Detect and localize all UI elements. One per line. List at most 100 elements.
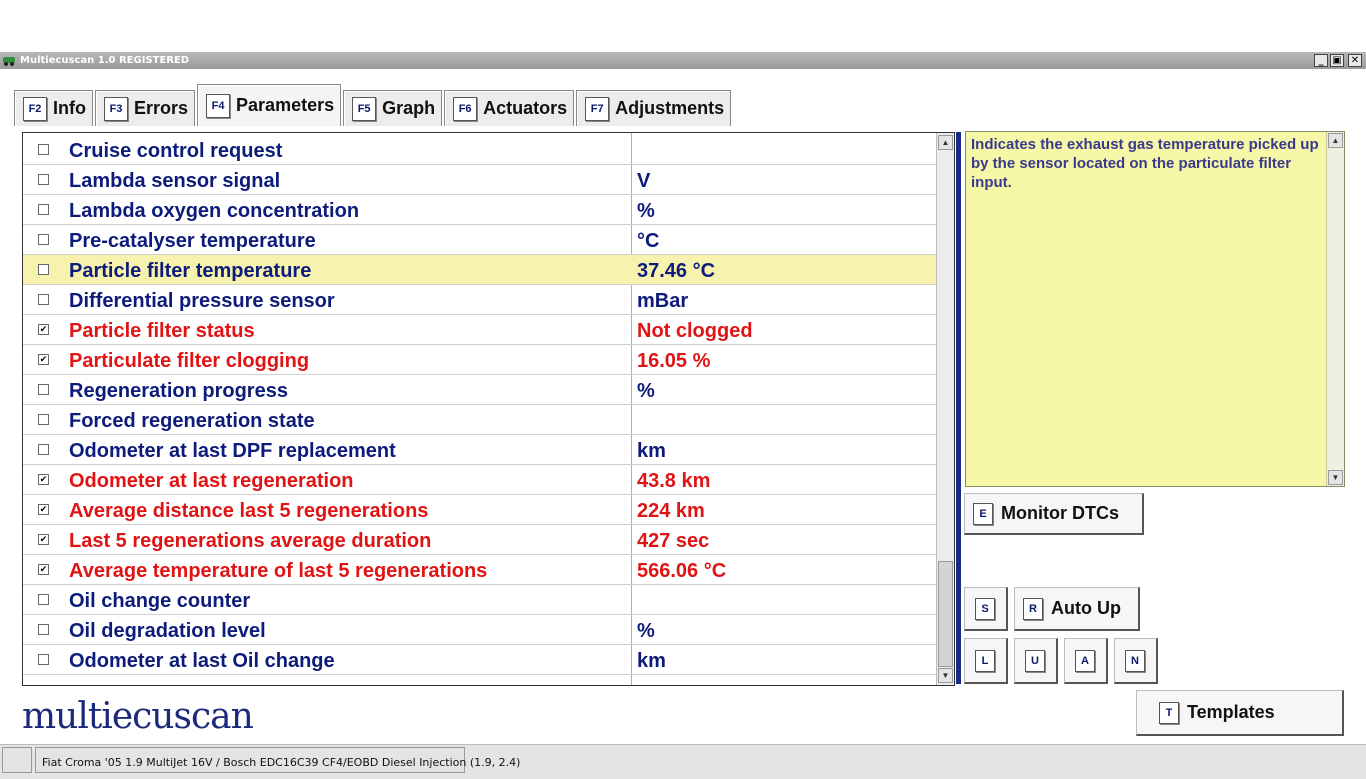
parameter-value: 43.8 km [637, 470, 711, 492]
window-title-bar: Multiecuscan 1.0 REGISTERED _ ▣ ✕ [0, 52, 1366, 69]
tab-actuators[interactable]: F6 Actuators [444, 90, 575, 126]
desc-scroll-up-icon[interactable]: ▲ [1328, 133, 1343, 148]
scroll-down-icon[interactable]: ▼ [938, 668, 953, 683]
parameter-checkbox[interactable] [38, 294, 49, 305]
tab-adjustments[interactable]: F7 Adjustments [576, 90, 732, 126]
tab-actuators-key: F6 [453, 96, 478, 121]
parameter-row[interactable]: ✔ Average distance last 5 regenerations 22… [23, 495, 936, 525]
scrollbar-thumb[interactable] [938, 561, 953, 667]
l-button[interactable]: L [964, 638, 1008, 684]
parameter-row[interactable]: Oil change counter [23, 585, 936, 615]
parameter-name: Pre-catalyser temperature [69, 230, 316, 252]
parameter-name: Last 5 regenerations average duration [69, 530, 432, 552]
tab-graph[interactable]: F5 Graph [343, 90, 443, 126]
parameter-value: km [637, 650, 666, 672]
parameter-checkbox[interactable] [38, 594, 49, 605]
app-icon [3, 57, 15, 66]
parameter-checkbox[interactable] [38, 144, 49, 155]
parameter-checkbox[interactable] [38, 654, 49, 665]
parameter-row[interactable]: Lambda oxygen concentration % [23, 195, 936, 225]
description-box: Indicates the exhaust gas temperature pi… [965, 131, 1345, 487]
parameter-name: Average temperature of last 5 regenerati… [69, 560, 488, 582]
s-button[interactable]: S [964, 587, 1008, 631]
parameter-row[interactable]: ✔ Particulate filter clogging 16.05 % [23, 345, 936, 375]
tab-errors[interactable]: F3 Errors [95, 90, 196, 126]
parameter-value: V [637, 170, 651, 192]
parameter-row[interactable]: ✔ Average temperature of last 5 regenerat… [23, 555, 936, 585]
parameter-row[interactable]: Odometer at last DPF replacement km [23, 435, 936, 465]
close-button[interactable]: ✕ [1348, 54, 1362, 67]
tab-parameters[interactable]: F4 Parameters [197, 84, 342, 126]
parameter-name: Odometer at last regeneration [69, 470, 354, 492]
a-button[interactable]: A [1064, 638, 1108, 684]
tab-errors-key: F3 [104, 96, 128, 121]
description-accent-bar [956, 132, 961, 684]
parameter-description: Indicates the exhaust gas temperature pi… [971, 136, 1319, 191]
parameter-name: Lambda sensor signal [69, 170, 281, 192]
tab-errors-label: Errors [134, 98, 189, 118]
tab-bar: F2 Info F3 Errors F4 Parameters F5 Graph… [14, 84, 733, 126]
parameter-checkbox[interactable]: ✔ [38, 354, 49, 365]
tab-actuators-label: Actuators [483, 98, 568, 118]
parameter-row[interactable]: Differential pressure sensor mBar [23, 285, 936, 315]
scroll-up-icon[interactable]: ▲ [938, 135, 953, 150]
parameter-name: Differential pressure sensor [69, 290, 335, 312]
tab-graph-key: F5 [352, 96, 377, 121]
monitor-dtcs-key: E [973, 502, 993, 525]
parameter-row[interactable]: Forced regeneration state [23, 405, 936, 435]
parameter-checkbox[interactable] [38, 204, 49, 215]
parameter-checkbox[interactable] [38, 624, 49, 635]
parameter-checkbox[interactable]: ✔ [38, 564, 49, 575]
description-scrollbar[interactable]: ▲ ▼ [1326, 132, 1344, 486]
parameter-name: Odometer at last Oil change [69, 650, 335, 672]
parameter-row[interactable]: ✔ Particle filter status Not clogged [23, 315, 936, 345]
parameter-checkbox[interactable] [38, 414, 49, 425]
n-button[interactable]: N [1114, 638, 1158, 684]
parameter-row[interactable]: ✔ Last 5 regenerations average duration 42… [23, 525, 936, 555]
parameter-value: Not clogged [637, 320, 753, 342]
parameter-row[interactable]: Odometer at last Oil change km [23, 645, 936, 675]
parameter-checkbox[interactable]: ✔ [38, 324, 49, 335]
parameter-row[interactable]: Lambda sensor signal V [23, 165, 936, 195]
parameter-row[interactable]: Pre-catalyser temperature °C [23, 225, 936, 255]
auto-up-button[interactable]: R Auto Up [1014, 587, 1140, 631]
parameter-name: Average distance last 5 regenerations [69, 500, 429, 522]
desc-scroll-down-icon[interactable]: ▼ [1328, 470, 1343, 485]
parameter-row[interactable]: Cruise control request [23, 135, 936, 165]
parameter-name: Lambda oxygen concentration [69, 200, 360, 222]
parameter-checkbox[interactable]: ✔ [38, 504, 49, 515]
parameter-name: Oil degradation level [69, 620, 266, 642]
tab-info-label: Info [53, 98, 86, 118]
parameter-checkbox[interactable]: ✔ [38, 474, 49, 485]
tab-info[interactable]: F2 Info [14, 90, 93, 126]
parameter-checkbox[interactable] [38, 384, 49, 395]
parameter-value: °C [637, 230, 660, 252]
parameter-row[interactable]: Particle filter temperature 37.46 °C [23, 255, 936, 285]
u-button[interactable]: U [1014, 638, 1058, 684]
parameters-scrollbar[interactable]: ▲ ▼ [936, 133, 954, 685]
n-key: N [1125, 649, 1145, 672]
tab-graph-label: Graph [382, 98, 436, 118]
parameter-name: Oil change counter [69, 590, 251, 612]
parameter-value: km [637, 440, 666, 462]
parameter-row[interactable]: Oil degradation level % [23, 615, 936, 645]
restore-button[interactable]: ▣ [1330, 54, 1344, 67]
templates-button[interactable]: T Templates [1136, 690, 1344, 736]
s-key: S [975, 597, 995, 620]
parameter-checkbox[interactable] [38, 264, 49, 275]
parameter-checkbox[interactable] [38, 174, 49, 185]
parameter-value: 16.05 % [637, 350, 711, 372]
parameter-checkbox[interactable] [38, 444, 49, 455]
parameter-row[interactable]: ✔ Odometer at last regeneration 43.8 km [23, 465, 936, 495]
parameter-row[interactable]: Regeneration progress % [23, 375, 936, 405]
auto-up-label: Auto Up [1051, 598, 1121, 618]
templates-label: Templates [1187, 702, 1275, 722]
parameter-name: Regeneration progress [69, 380, 288, 402]
parameter-name: Odometer at last DPF replacement [69, 440, 396, 462]
monitor-dtcs-button[interactable]: E Monitor DTCs [964, 493, 1144, 535]
minimize-button[interactable]: _ [1314, 54, 1328, 67]
parameter-checkbox[interactable]: ✔ [38, 534, 49, 545]
parameter-checkbox[interactable] [38, 234, 49, 245]
parameters-panel: Cruise control request Lambda sensor sign… [22, 132, 955, 686]
monitor-dtcs-label: Monitor DTCs [1001, 503, 1119, 523]
